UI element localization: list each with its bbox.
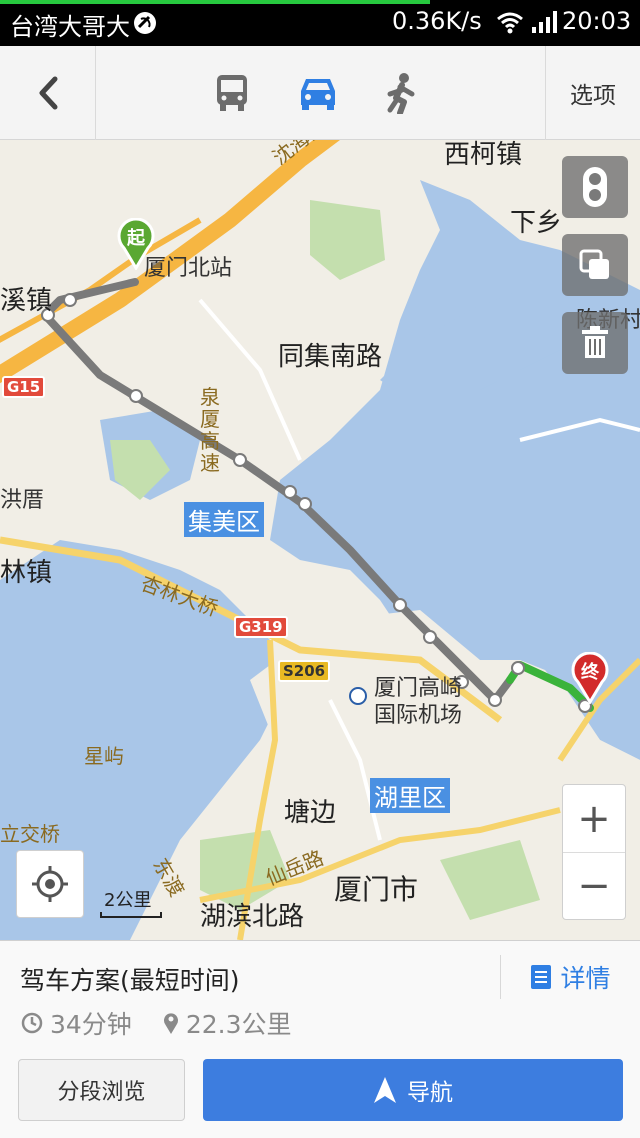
traffic-light-icon: [583, 167, 607, 207]
map-label-tangbian: 塘边: [284, 798, 337, 828]
start-pin-label: 起: [127, 228, 145, 249]
start-pin[interactable]: 起: [116, 217, 156, 271]
layers-button[interactable]: [562, 234, 628, 296]
map-scale: 2公里: [100, 886, 162, 918]
mode-walk-button[interactable]: [376, 68, 428, 118]
zoom-out-button[interactable]: −: [563, 852, 625, 919]
route-meta: 34分钟 22.3公里: [20, 1005, 291, 1041]
chevron-left-icon: [39, 76, 57, 110]
map-view[interactable]: 西柯镇 下乡 厦门北站 溪镇 陈新村 同集南路 洪厝 集美区 林镇 杏林大桥 沈…: [0, 140, 640, 940]
road-shield-g15: G15: [2, 376, 46, 398]
locate-button[interactable]: [16, 850, 84, 918]
map-label-jimei: 集美区: [184, 502, 264, 537]
progress-line: [0, 0, 430, 4]
mode-bus-button[interactable]: [206, 68, 258, 118]
map-label-lijiaoqiao: 立交桥: [0, 822, 60, 846]
wifi-icon: [497, 12, 523, 34]
route-toolbar: 选项: [0, 46, 640, 140]
map-label-quanxia: 泉厦高速: [200, 385, 220, 475]
map-label-huli: 湖里区: [370, 778, 450, 813]
segment-browse-button[interactable]: 分段浏览: [18, 1059, 185, 1121]
route-summary-panel: 驾车方案(最短时间) 详情 34分钟 22.3公里 分段浏览 导航: [0, 940, 640, 1138]
map-label-xingyu: 星屿: [84, 744, 124, 768]
clear-button[interactable]: [562, 312, 628, 374]
back-button[interactable]: [0, 46, 96, 140]
scale-label: 2公里: [104, 890, 152, 911]
map-label-xiaxiang: 下乡: [510, 208, 563, 238]
locate-icon: [32, 866, 68, 902]
mode-car-button[interactable]: [292, 68, 344, 118]
walk-icon: [387, 73, 415, 114]
end-pin[interactable]: 终: [570, 651, 610, 705]
map-label-xiamen-north: 厦门北站: [144, 256, 233, 281]
zoom-control: + −: [562, 784, 626, 920]
detail-button[interactable]: 详情: [500, 955, 640, 999]
road-shield-g319: G319: [234, 616, 288, 638]
map-label-hubin-north: 湖滨北路: [200, 902, 305, 932]
layers-icon: [579, 249, 609, 279]
options-button[interactable]: 选项: [545, 46, 640, 140]
end-pin-label: 终: [581, 662, 599, 683]
carrier-name: 台湾大哥大: [10, 13, 130, 41]
navigation-arrow-icon: [374, 1077, 396, 1103]
status-bar: 台湾大哥大 0.36K/s 20:03: [0, 0, 640, 46]
map-label-hongcuo: 洪厝: [0, 488, 45, 513]
park-north: [310, 200, 385, 280]
zoom-in-button[interactable]: +: [563, 785, 625, 852]
map-label-linzhen: 林镇: [0, 558, 53, 588]
trash-icon: [582, 326, 608, 358]
bus-icon: [217, 75, 247, 111]
map-label-xiamen-city: 厦门市: [334, 873, 419, 906]
route-duration: 34分钟: [50, 1010, 132, 1039]
clock: 20:03: [562, 7, 632, 35]
navigate-label: 导航: [407, 1080, 453, 1106]
airport-icon: [349, 687, 367, 705]
signal-icon: [532, 11, 557, 33]
road-shield-s206: S206: [278, 660, 331, 682]
map-label-airport-2: 国际机场: [374, 703, 463, 728]
document-icon: [531, 965, 552, 989]
location-pin-icon: [163, 1013, 178, 1034]
route-distance: 22.3公里: [185, 1010, 292, 1039]
map-label-xike: 西柯镇: [444, 140, 523, 170]
satellite-icon: [134, 12, 156, 34]
navigate-button[interactable]: 导航: [203, 1059, 623, 1121]
car-icon: [301, 79, 335, 110]
map-label-xizhen: 溪镇: [0, 286, 53, 316]
clock-icon: [21, 1012, 43, 1034]
traffic-button[interactable]: [562, 156, 628, 218]
plan-title: 驾车方案(最短时间): [20, 966, 240, 995]
map-label-tongji-south: 同集南路: [278, 342, 383, 372]
network-speed: 0.36K/s: [392, 7, 482, 35]
scale-bar: [100, 912, 162, 918]
detail-label: 详情: [560, 964, 611, 993]
